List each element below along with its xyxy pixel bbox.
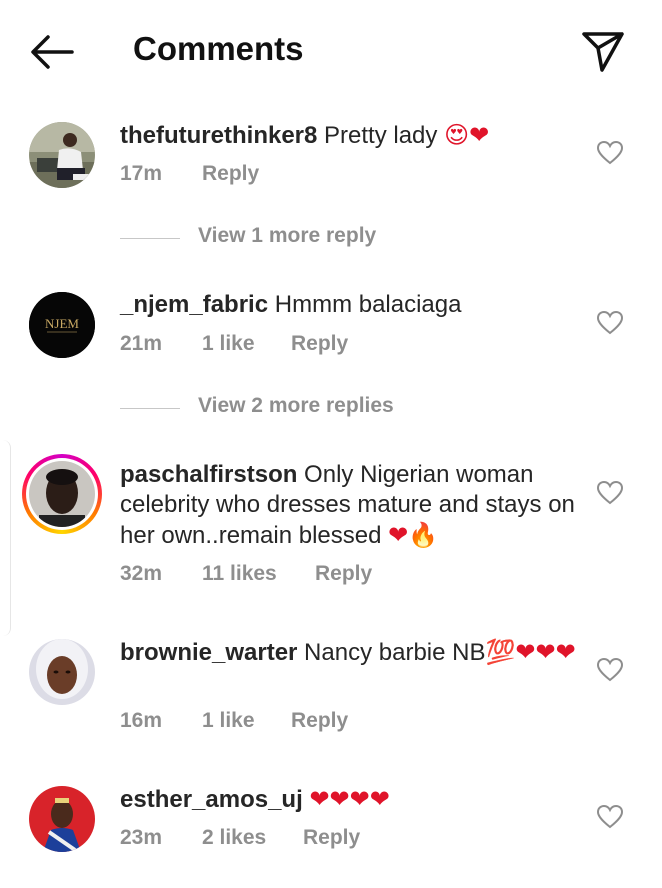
comment-body: Nancy barbie NB (297, 639, 486, 666)
heart-icon[interactable] (596, 310, 624, 336)
njem-logo: NJEM (45, 316, 79, 331)
heart-icon[interactable] (596, 140, 624, 166)
heart-icon[interactable] (596, 657, 624, 683)
comment-likes[interactable]: 1 like (202, 709, 255, 733)
comment-username[interactable]: paschalfirstson (120, 461, 297, 488)
comment-emoji: ❤🔥 (388, 521, 439, 549)
avatar[interactable] (29, 786, 95, 852)
story-ring-inner (26, 458, 98, 530)
comment-text: paschalfirstson Only Nigerian woman cele… (120, 460, 590, 551)
avatar[interactable] (29, 639, 95, 705)
comment-likes[interactable]: 2 likes (202, 826, 266, 850)
comment-time: 32m (120, 562, 163, 585)
comment-time: 17m (120, 162, 163, 185)
heart-icon[interactable] (596, 804, 624, 830)
comment-emoji: 😍❤ (444, 121, 490, 149)
view-replies-label[interactable]: View 1 more reply (198, 224, 376, 248)
comment-time: 23m (120, 826, 163, 849)
avatar[interactable]: NJEM (29, 292, 95, 358)
reply-button[interactable]: Reply (303, 826, 360, 850)
story-ring[interactable] (22, 454, 102, 534)
page-title: Comments (133, 30, 304, 67)
send-icon[interactable] (580, 28, 626, 74)
arrow-left-icon[interactable] (28, 32, 76, 72)
comment-likes[interactable]: 1 like (202, 332, 255, 356)
comment-text: esther_amos_uj ❤❤❤❤ (120, 784, 590, 815)
reply-button[interactable]: Reply (291, 332, 348, 356)
reply-button[interactable]: Reply (291, 709, 348, 733)
comment-text: brownie_warter Nancy barbie NB💯❤❤❤ (120, 637, 590, 668)
view-replies-label[interactable]: View 2 more replies (198, 394, 394, 418)
avatar[interactable] (29, 122, 95, 188)
avatar (29, 461, 95, 527)
comment-body: Pretty lady (317, 122, 445, 149)
comment-text: _njem_fabric Hmmm balaciaga (120, 290, 590, 320)
comments-header: Comments (0, 0, 662, 100)
comment-likes[interactable]: 11 likes (202, 562, 277, 586)
divider (120, 408, 180, 409)
comment-username[interactable]: esther_amos_uj (120, 786, 303, 813)
comment-body: Hmmm balaciaga (268, 291, 462, 318)
comment-username[interactable]: thefuturethinker8 (120, 122, 317, 149)
comment-emoji: 💯❤❤❤ (485, 638, 576, 666)
comment-username[interactable]: _njem_fabric (120, 291, 268, 318)
divider (120, 238, 180, 239)
reply-button[interactable]: Reply (315, 562, 372, 586)
comment-text: thefuturethinker8 Pretty lady 😍❤ (120, 120, 590, 151)
comment-time: 16m (120, 709, 163, 732)
heart-icon[interactable] (596, 480, 624, 506)
comment-username[interactable]: brownie_warter (120, 639, 297, 666)
reply-button[interactable]: Reply (202, 162, 259, 186)
side-edge (0, 440, 11, 636)
comment-emoji: ❤❤❤❤ (309, 785, 390, 813)
comment-time: 21m (120, 332, 163, 355)
